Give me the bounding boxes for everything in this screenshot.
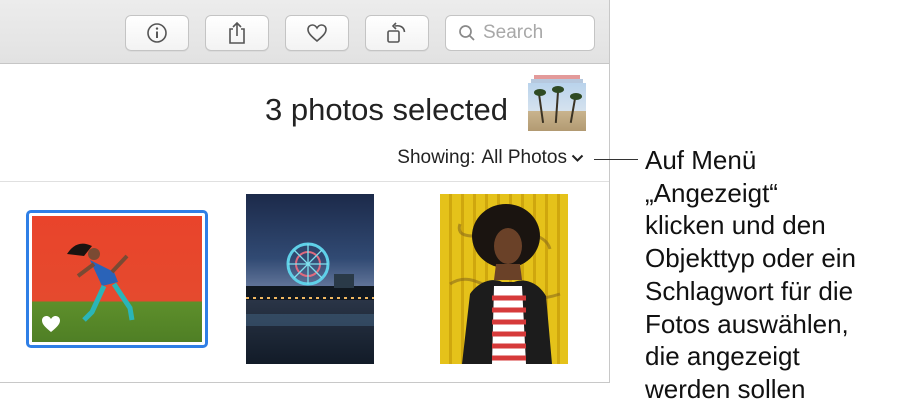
callout-line: Objekttyp oder ein bbox=[645, 243, 857, 274]
showing-value: All Photos bbox=[481, 147, 567, 168]
search-icon bbox=[459, 25, 475, 41]
photo-thumbnail-2[interactable] bbox=[246, 194, 374, 364]
share-icon bbox=[229, 21, 245, 44]
selection-title: 3 photos selected bbox=[264, 92, 508, 127]
selection-header: 3 photos selected Showing: All Photos bbox=[0, 65, 609, 181]
favorite-button[interactable] bbox=[285, 15, 349, 51]
photo-thumbnail-1[interactable] bbox=[26, 210, 208, 348]
callout-line: Schlagwort für die bbox=[645, 275, 854, 306]
info-icon bbox=[147, 23, 167, 43]
photo-grid bbox=[0, 182, 609, 382]
selection-stack-thumbnail bbox=[528, 75, 586, 131]
search-placeholder: Search bbox=[483, 22, 544, 43]
callout-leader-line bbox=[594, 159, 638, 160]
favorite-heart-icon bbox=[42, 316, 60, 332]
annotation-callout: Auf Menü „Angezeigt“ klicken und den Obj… bbox=[645, 144, 915, 406]
search-field[interactable]: Search bbox=[445, 15, 595, 51]
heart-icon bbox=[307, 24, 327, 43]
photo-thumbnail-3[interactable] bbox=[440, 194, 568, 364]
showing-menu[interactable]: Showing: All Photos bbox=[397, 147, 584, 169]
chevron-down-icon bbox=[571, 154, 584, 162]
share-button[interactable] bbox=[205, 15, 269, 51]
callout-line: Fotos auswählen, bbox=[645, 308, 849, 339]
callout-line: werden sollen bbox=[645, 373, 806, 404]
callout-line: Auf Menü bbox=[645, 145, 757, 175]
rotate-button[interactable] bbox=[365, 15, 429, 51]
callout-line: klicken und den bbox=[645, 210, 826, 241]
callout-line: „Angezeigt“ bbox=[645, 177, 778, 208]
rotate-icon bbox=[387, 22, 406, 43]
callout-line: die angezeigt bbox=[645, 341, 800, 372]
toolbar: Search bbox=[0, 0, 609, 64]
info-button[interactable] bbox=[125, 15, 189, 51]
showing-label: Showing: bbox=[397, 147, 476, 168]
photos-window: Search 3 photos selected Showing: All Ph… bbox=[0, 0, 610, 383]
